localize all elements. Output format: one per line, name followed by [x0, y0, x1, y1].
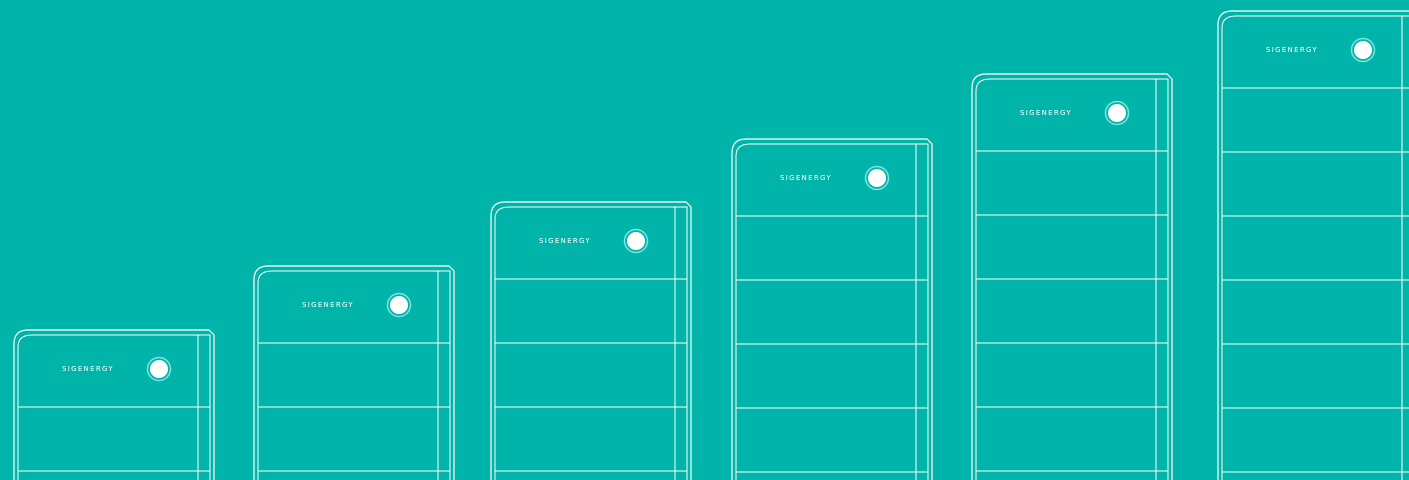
status-light-icon [868, 169, 886, 187]
stack-outline [971, 73, 1173, 480]
brand-label: SIGENERGY [539, 237, 591, 245]
status-light-icon [1354, 41, 1372, 59]
stack-outline [731, 138, 933, 480]
battery-stack-4: SIGENERGY [731, 138, 933, 480]
brand-label: SIGENERGY [780, 174, 832, 182]
stack-inner-outline [1221, 15, 1409, 480]
brand-label: SIGENERGY [62, 365, 114, 373]
status-light-icon [150, 360, 168, 378]
battery-stack-1: SIGENERGY [13, 329, 215, 480]
battery-stack-2: SIGENERGY [253, 265, 455, 480]
stack-outline [1217, 10, 1409, 480]
battery-stacks-svg: SIGENERGY SIGENERGY SIGENERGY SIGENERGY SIGE… [13, 10, 1409, 480]
brand-label: SIGENERGY [1020, 109, 1072, 117]
battery-stack-3: SIGENERGY [490, 201, 692, 480]
battery-stack-5: SIGENERGY [971, 73, 1173, 480]
status-light-icon [1108, 104, 1126, 122]
stack-inner-outline [735, 143, 929, 480]
stack-outline [490, 201, 692, 480]
brand-label: SIGENERGY [302, 301, 354, 309]
battery-stack-6: SIGENERGY [1217, 10, 1409, 480]
status-light-icon [390, 296, 408, 314]
stack-inner-outline [257, 270, 451, 480]
brand-label: SIGENERGY [1266, 46, 1318, 54]
stack-outline [13, 329, 215, 480]
battery-stack-illustration: SIGENERGY SIGENERGY SIGENERGY SIGENERGY SIGE… [0, 0, 1409, 480]
stack-outline [253, 265, 455, 480]
status-light-icon [627, 232, 645, 250]
